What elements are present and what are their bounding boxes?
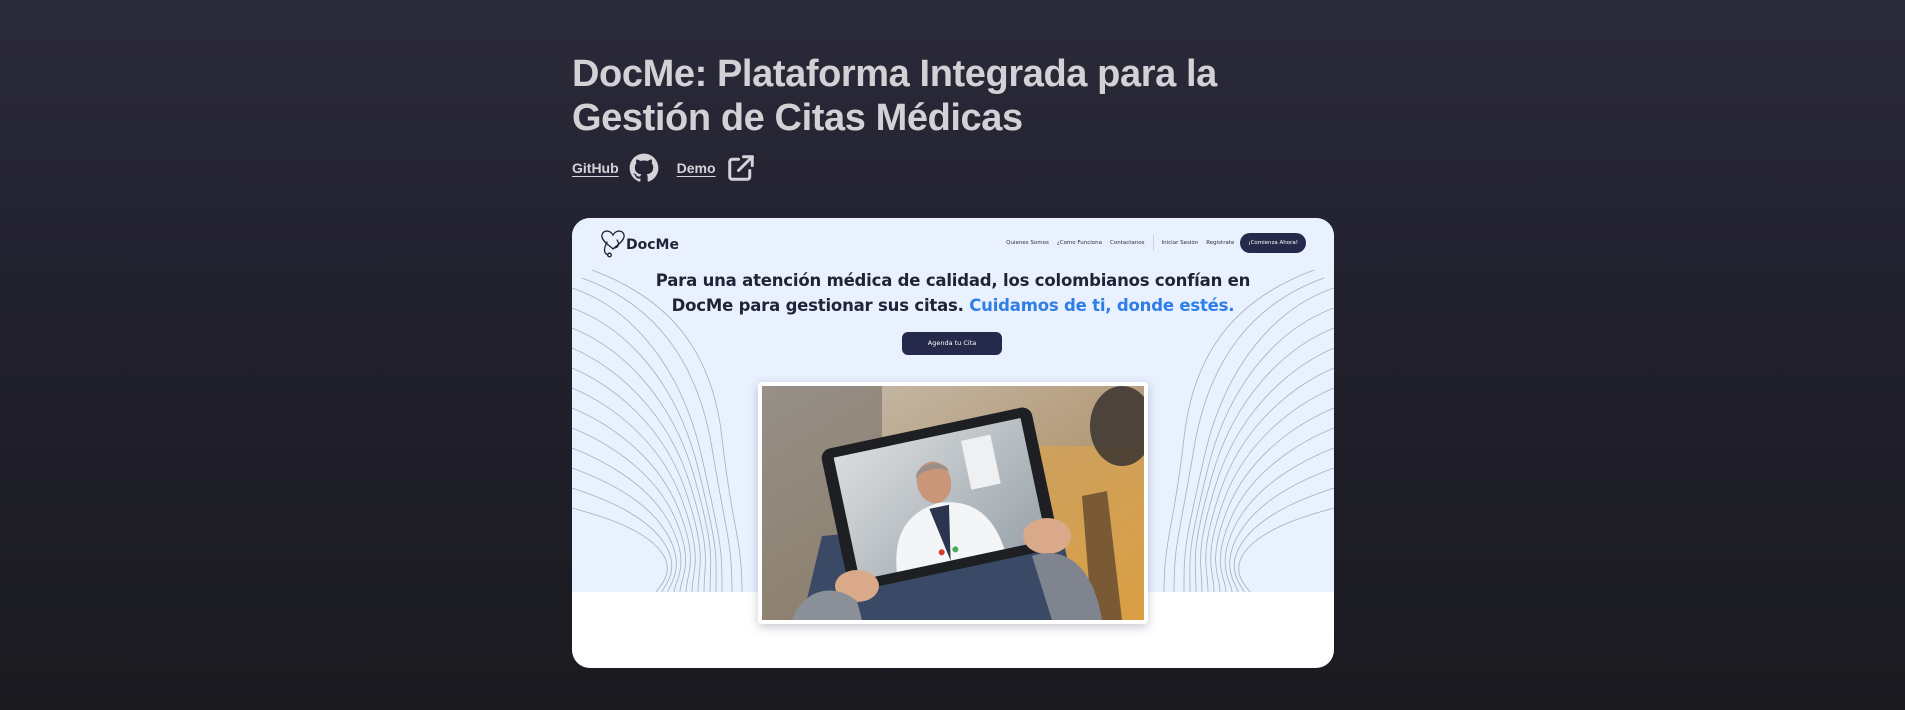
preview-navbar: DocMe Quienes Somos ¿Como Funciona Conta… <box>572 218 1334 268</box>
preview-brand-name: DocMe <box>626 237 679 253</box>
preview-headline-line2-prefix: DocMe para gestionar sus citas. <box>671 296 964 315</box>
preview-brand[interactable]: DocMe <box>598 226 679 258</box>
heart-stethoscope-logo-icon <box>601 230 625 258</box>
preview-headline-line2: DocMe para gestionar sus citas. Cuidamos… <box>572 293 1334 318</box>
preview-nav-divider <box>1152 235 1154 251</box>
project-title: DocMe: Plataforma Integrada para la Gest… <box>572 53 1217 139</box>
preview-nav-quienes-somos[interactable]: Quienes Somos <box>1006 240 1049 246</box>
preview-nav-registrate[interactable]: Registrate <box>1206 240 1234 246</box>
project-preview-card[interactable]: DocMe Quienes Somos ¿Como Funciona Conta… <box>572 218 1334 668</box>
preview-nav-contactanos[interactable]: Contactanos <box>1110 240 1145 246</box>
external-link-icon[interactable] <box>726 153 756 183</box>
preview-hero-image-frame <box>758 382 1148 624</box>
github-icon[interactable] <box>629 153 659 183</box>
preview-nav-cta-button[interactable]: ¡Comienza Ahora! <box>1240 233 1306 253</box>
preview-agenda-button[interactable]: Agenda tu Cita <box>902 332 1002 355</box>
preview-headline: Para una atención médica de calidad, los… <box>572 268 1334 318</box>
project-links: GitHub Demo <box>572 152 774 184</box>
telemedicine-photo-icon <box>762 386 1144 620</box>
preview-headline-line1: Para una atención médica de calidad, los… <box>655 271 1251 290</box>
preview-headline-accent: Cuidamos de ti, donde estés. <box>969 296 1235 315</box>
preview-nav-como-funciona[interactable]: ¿Como Funciona <box>1057 240 1102 246</box>
demo-link-label[interactable]: Demo <box>677 160 716 176</box>
preview-nav-items: Quienes Somos ¿Como Funciona Contactanos… <box>998 233 1306 253</box>
github-link-label[interactable]: GitHub <box>572 160 619 176</box>
github-link[interactable]: GitHub <box>572 153 659 183</box>
preview-nav-iniciar-sesion[interactable]: Iniciar Sesión <box>1162 240 1199 246</box>
demo-link[interactable]: Demo <box>677 153 756 183</box>
